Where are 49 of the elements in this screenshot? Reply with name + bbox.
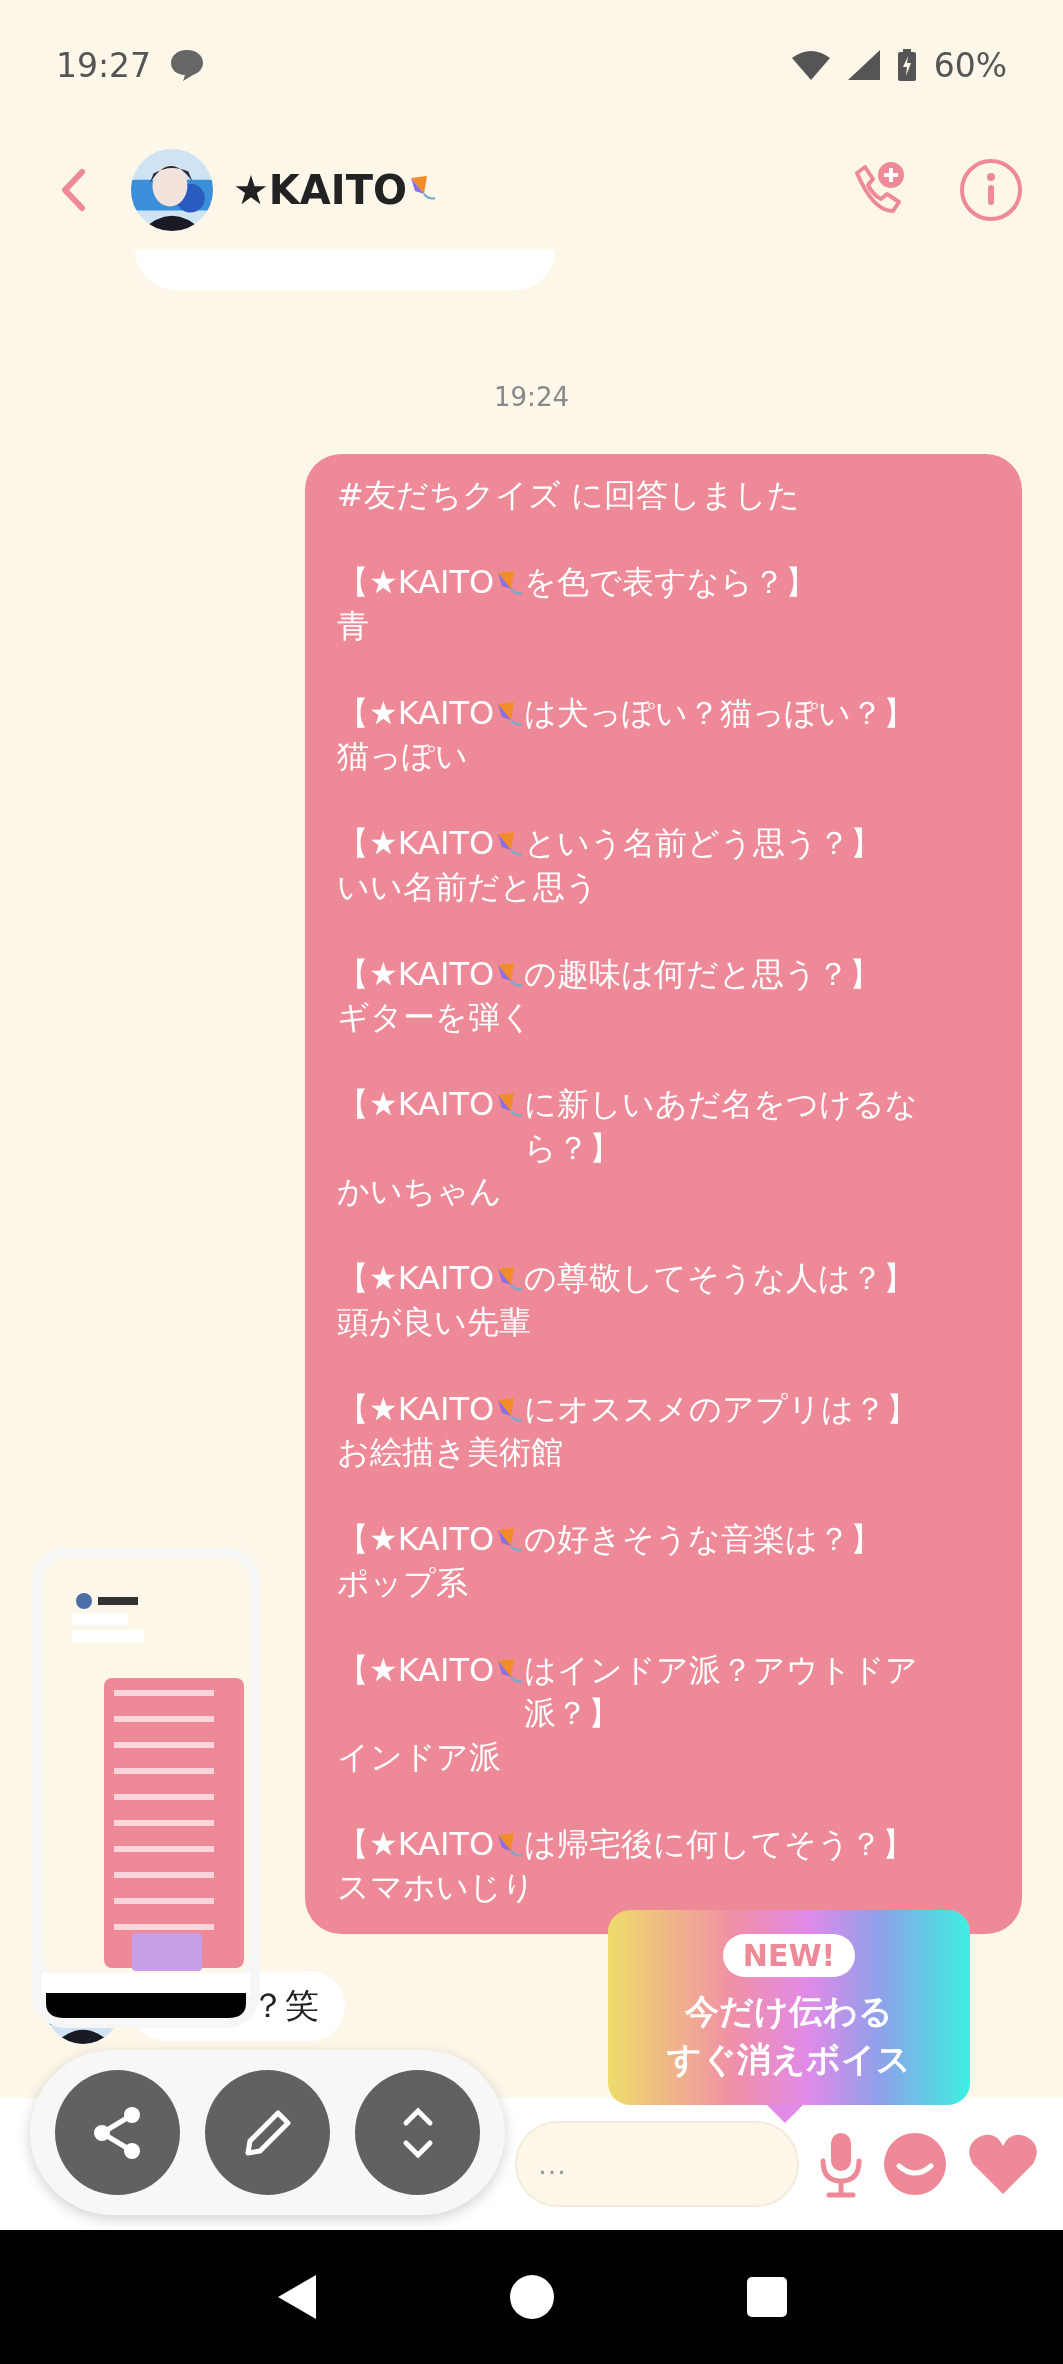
quiz-answer: いい名前だと思う <box>337 866 599 908</box>
voice-tooltip[interactable]: NEW! 今だけ伝わる すぐ消えボイス <box>608 1910 970 2105</box>
battery-percentage: 60% <box>933 45 1007 85</box>
quiz-question-name: 【★KAITO <box>337 692 495 734</box>
quiz-answer: ポップ系 <box>337 1562 469 1604</box>
home-nav-button[interactable] <box>510 2275 555 2319</box>
quiz-answer: かいちゃん <box>337 1171 503 1212</box>
quiz-question-name: 【★KAITO <box>337 823 495 864</box>
quiz-question-name: 【★KAITO <box>337 1649 495 1691</box>
contact-name: ★KAITO <box>233 167 407 213</box>
quiz-question: は犬っぽい？猫っぽい？】 <box>524 692 917 734</box>
quiz-question-name: 【★KAITO <box>337 1258 495 1299</box>
quiz-intro: #友だちクイズ に回答しました <box>337 475 801 516</box>
quiz-question-name: 【★KAITO <box>337 1519 495 1560</box>
back-nav-button[interactable] <box>276 2273 319 2321</box>
screenshot-thumbnail-drawing[interactable] <box>32 1548 260 2028</box>
quiz-question: に新しいあだ名をつけるなら？】 <box>524 1084 920 1169</box>
quiz-answer: 猫っぽい <box>337 736 469 777</box>
new-badge: NEW! <box>722 1934 856 1977</box>
quiz-question-name: 【★KAITO <box>337 953 495 995</box>
quiz-question: は帰宅後に何してそう？】 <box>524 1823 916 1865</box>
status-time: 19:27 <box>56 45 152 85</box>
quiz-question: という名前どう思う？】 <box>524 823 884 864</box>
quiz-question: にオススメのアプリは？】 <box>524 1388 920 1430</box>
quiz-question: はインドア派？アウトドア派？】 <box>524 1649 920 1734</box>
quiz-answer: スマホいじり <box>337 1867 536 1908</box>
message-input-field[interactable]: … <box>515 2121 799 2207</box>
quiz-answer: ギターを弾く <box>337 997 534 1038</box>
tooltip-arrow <box>767 2105 803 2123</box>
quiz-question: の好きそうな音楽は？】 <box>524 1519 884 1560</box>
quiz-question: の尊敬してそうな人は？】 <box>524 1258 917 1299</box>
wifi-icon <box>791 50 830 80</box>
quiz-answer: 頭が良い先輩 <box>337 1301 532 1343</box>
signal-icon <box>847 50 880 80</box>
quiz-question-name: 【★KAITO <box>337 562 495 603</box>
battery-icon <box>897 49 916 81</box>
quiz-answer: インドア派 <box>337 1736 502 1778</box>
quiz-question: を色で表すなら？】 <box>524 562 819 603</box>
quiz-answer: お絵描き美術館 <box>337 1432 564 1473</box>
quiz-question-name: 【★KAITO <box>337 1084 495 1125</box>
message-timestamp: 19:24 <box>494 382 569 412</box>
quiz-question-name: 【★KAITO <box>337 1388 495 1430</box>
tooltip-text: すぐ消えボイス <box>667 2038 911 2081</box>
recents-nav-button[interactable] <box>746 2277 787 2317</box>
tooltip-text: 今だけ伝わる <box>685 1990 893 2033</box>
quiz-answer: 青 <box>337 605 370 647</box>
quiz-question: の趣味は何だと思う？】 <box>524 953 883 995</box>
quiz-question-name: 【★KAITO <box>337 1823 495 1865</box>
chat-bubble-icon <box>169 48 206 82</box>
